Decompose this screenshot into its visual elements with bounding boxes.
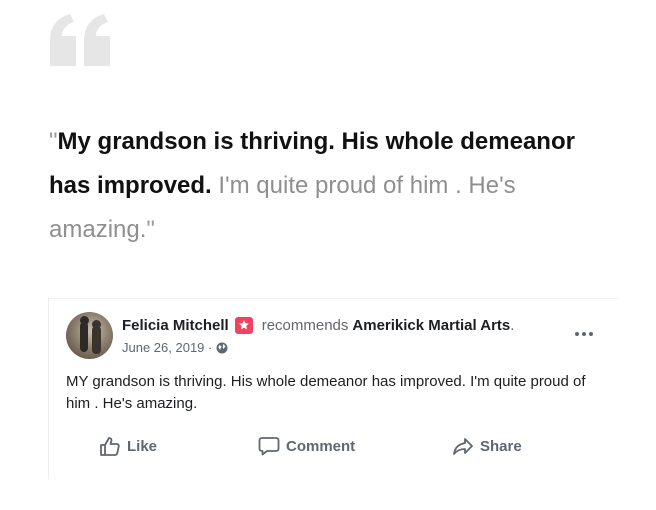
like-label: Like bbox=[127, 437, 158, 455]
testimonial-quote: "My grandson is thriving. His whole deme… bbox=[49, 120, 609, 252]
comment-label: Comment bbox=[286, 437, 356, 455]
open-quote: " bbox=[49, 128, 58, 155]
globe-icon bbox=[216, 342, 228, 353]
recommendation-badge-icon bbox=[234, 317, 253, 334]
share-button[interactable]: Share bbox=[452, 433, 522, 459]
like-button[interactable]: Like bbox=[99, 433, 157, 459]
thumbs-up-icon bbox=[100, 437, 120, 456]
page-name-link[interactable]: Amerikick Martial Arts bbox=[352, 317, 510, 334]
post-date[interactable]: June 26, 2019 · bbox=[122, 340, 212, 355]
recommends-label: recommends bbox=[261, 317, 349, 334]
more-options-icon[interactable] bbox=[573, 326, 595, 342]
author-avatar[interactable] bbox=[66, 312, 113, 359]
quotation-mark-icon bbox=[50, 14, 110, 66]
share-label: Share bbox=[480, 437, 522, 455]
comment-bubble-icon bbox=[258, 437, 280, 456]
post-header: Felicia Mitchell recommends Amerikick Ma… bbox=[122, 317, 514, 334]
page-name-period: . bbox=[510, 317, 515, 334]
close-quote: " bbox=[146, 216, 155, 243]
post-body: MY grandson is thriving. His whole demea… bbox=[66, 373, 586, 412]
share-arrow-icon bbox=[453, 438, 473, 455]
post-meta: June 26, 2019 · bbox=[122, 340, 228, 355]
author-name[interactable]: Felicia Mitchell bbox=[122, 317, 229, 334]
comment-button[interactable]: Comment bbox=[258, 433, 355, 459]
